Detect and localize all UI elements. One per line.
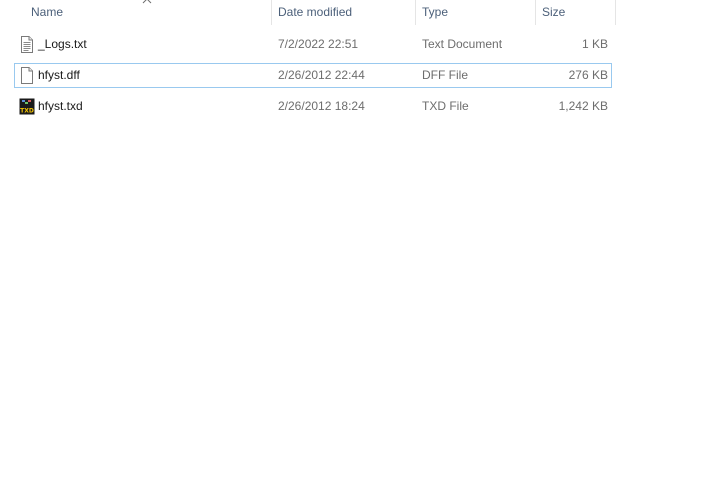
file-size: 1 KB: [581, 37, 608, 51]
file-date-modified: 2/26/2012 18:24: [278, 99, 365, 113]
file-row[interactable]: hfyst.dff 2/26/2012 22:44 DFF File 276 K…: [14, 63, 612, 88]
column-divider[interactable]: [615, 0, 616, 25]
column-header-date-label: Date modified: [278, 5, 353, 19]
text-document-icon: [21, 36, 33, 53]
file-name[interactable]: hfyst.dff: [38, 64, 80, 87]
file-row[interactable]: TXD hfyst.txd 2/26/2012 18:24 TXD File 1…: [14, 94, 612, 119]
file-type: Text Document: [422, 37, 503, 51]
file-type: TXD File: [422, 99, 469, 113]
chevron-up-icon[interactable]: [142, 0, 152, 5]
column-header-bar: Name Date modified Type Size: [0, 0, 616, 25]
column-header-date-modified[interactable]: Date modified: [272, 0, 415, 25]
column-header-name-label: Name: [31, 5, 64, 19]
column-header-size[interactable]: Size: [536, 0, 615, 25]
column-header-type-label: Type: [422, 5, 449, 19]
file-list-pane: Name Date modified Type Size _Logs.txt 7…: [0, 0, 711, 489]
file-row[interactable]: _Logs.txt 7/2/2022 22:51 Text Document 1…: [14, 32, 612, 57]
column-header-type[interactable]: Type: [416, 0, 535, 25]
file-date-modified: 7/2/2022 22:51: [278, 37, 359, 51]
blank-file-icon: [21, 67, 33, 84]
file-date-modified: 2/26/2012 22:44: [278, 68, 365, 82]
file-size: 276 KB: [568, 68, 608, 82]
file-name[interactable]: _Logs.txt: [38, 33, 87, 56]
svg-text:TXD: TXD: [20, 108, 34, 115]
txd-file-icon: TXD: [19, 98, 35, 115]
file-type: DFF File: [422, 68, 468, 82]
column-header-size-label: Size: [542, 5, 566, 19]
file-size: 1,242 KB: [558, 99, 608, 113]
file-name[interactable]: hfyst.txd: [38, 95, 83, 118]
